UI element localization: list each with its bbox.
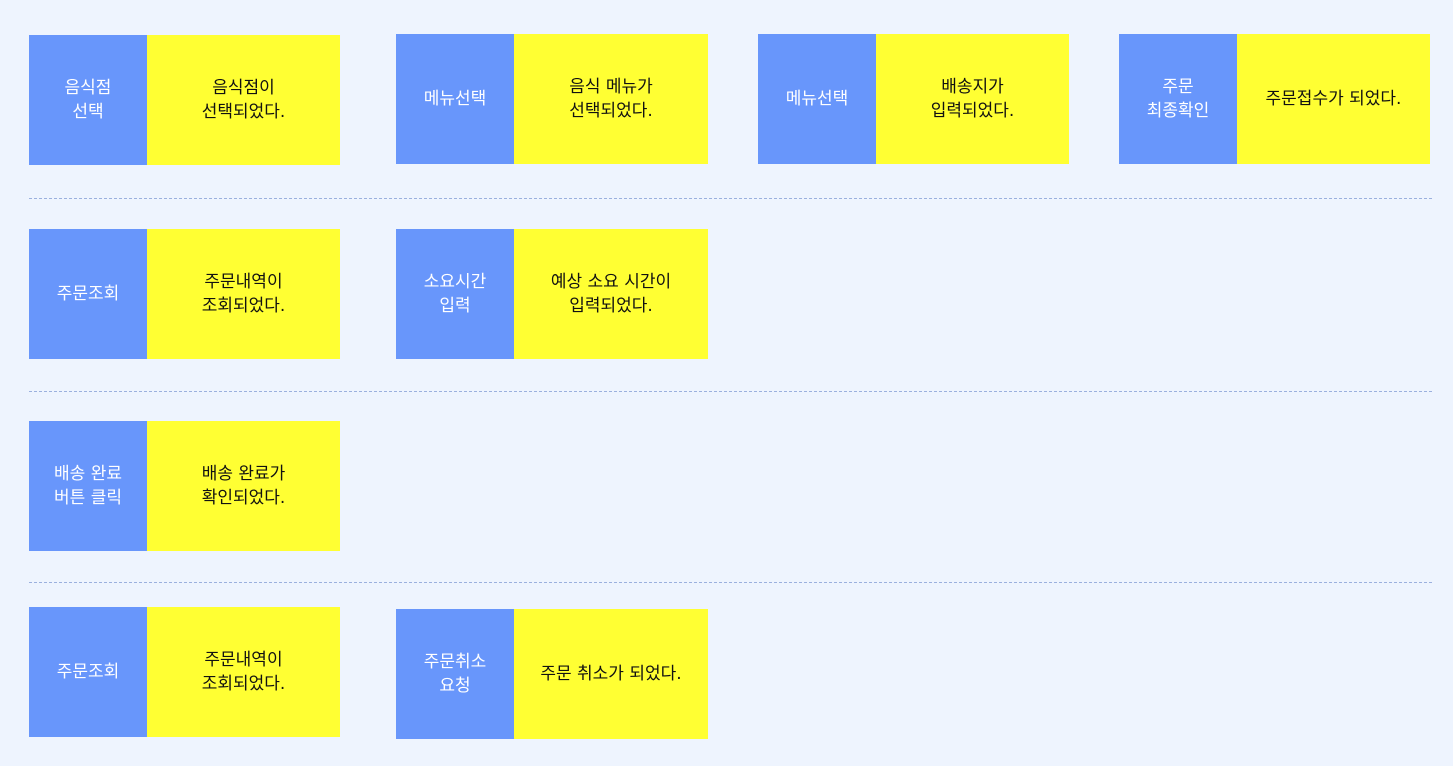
row-divider xyxy=(29,391,1432,392)
event-sticky: 배송 완료가 확인되었다. xyxy=(147,421,340,551)
command-sticky: 주문취소 요청 xyxy=(396,609,514,739)
row-divider xyxy=(29,582,1432,583)
event-sticky: 주문 취소가 되었다. xyxy=(514,609,708,739)
pair-restaurant-select: 음식점 선택 음식점이 선택되었다. xyxy=(29,35,340,165)
row-divider xyxy=(29,198,1432,199)
pair-duration-input: 소요시간 입력 예상 소요 시간이 입력되었다. xyxy=(396,229,708,359)
pair-order-lookup: 주문조회 주문내역이 조회되었다. xyxy=(29,229,340,359)
event-sticky: 주문내역이 조회되었다. xyxy=(147,607,340,737)
pair-menu-select: 메뉴선택 음식 메뉴가 선택되었다. xyxy=(396,34,708,164)
command-sticky: 소요시간 입력 xyxy=(396,229,514,359)
command-sticky: 메뉴선택 xyxy=(396,34,514,164)
event-sticky: 예상 소요 시간이 입력되었다. xyxy=(514,229,708,359)
command-sticky: 메뉴선택 xyxy=(758,34,876,164)
command-sticky: 배송 완료 버튼 클릭 xyxy=(29,421,147,551)
command-sticky: 주문조회 xyxy=(29,229,147,359)
pair-address-input: 메뉴선택 배송지가 입력되었다. xyxy=(758,34,1069,164)
command-sticky: 음식점 선택 xyxy=(29,35,147,165)
event-sticky: 배송지가 입력되었다. xyxy=(876,34,1069,164)
pair-delivery-complete: 배송 완료 버튼 클릭 배송 완료가 확인되었다. xyxy=(29,421,340,551)
command-sticky: 주문조회 xyxy=(29,607,147,737)
event-sticky: 주문내역이 조회되었다. xyxy=(147,229,340,359)
event-sticky: 음식 메뉴가 선택되었다. xyxy=(514,34,708,164)
event-sticky: 음식점이 선택되었다. xyxy=(147,35,340,165)
command-sticky: 주문 최종확인 xyxy=(1119,34,1237,164)
event-sticky: 주문접수가 되었다. xyxy=(1237,34,1430,164)
pair-order-cancel: 주문취소 요청 주문 취소가 되었다. xyxy=(396,609,708,739)
pair-order-lookup-2: 주문조회 주문내역이 조회되었다. xyxy=(29,607,340,737)
pair-order-confirm: 주문 최종확인 주문접수가 되었다. xyxy=(1119,34,1430,164)
